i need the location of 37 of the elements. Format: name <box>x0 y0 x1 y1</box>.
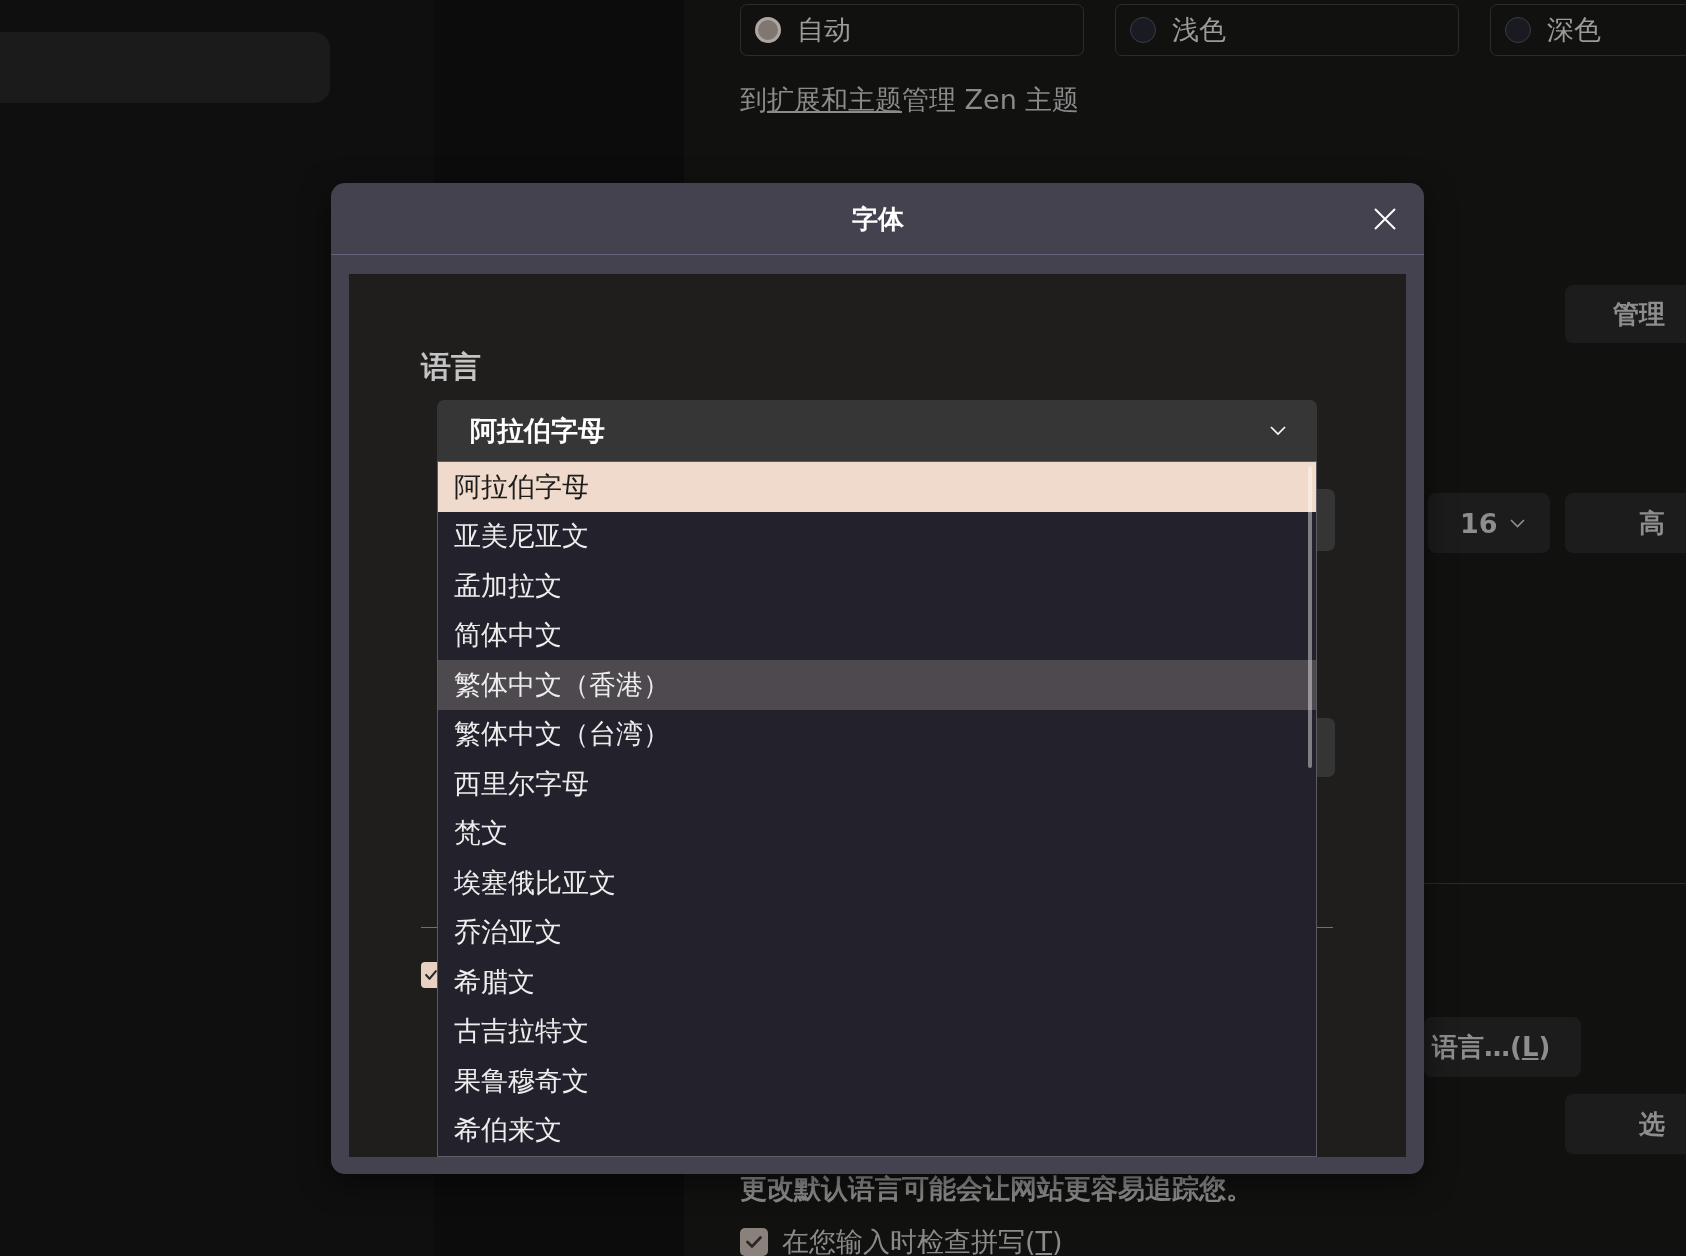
dropdown-option[interactable]: 果鲁穆奇文 <box>438 1056 1316 1106</box>
choose-button[interactable]: 选 <box>1565 1094 1686 1154</box>
dropdown-option[interactable]: 西里尔字母 <box>438 759 1316 809</box>
dropdown-option[interactable]: 孟加拉文 <box>438 561 1316 611</box>
dropdown-option[interactable]: 乔治亚文 <box>438 907 1316 957</box>
select-field[interactable] <box>1317 489 1335 551</box>
dropdown-option[interactable]: 梵文 <box>438 808 1316 858</box>
privacy-warning: 更改默认语言可能会让网站更容易追踪您。 <box>740 1173 1253 1205</box>
dropdown-option[interactable]: 亚美尼亚文 <box>438 511 1316 561</box>
dropdown-option[interactable]: 繁体中文（台湾） <box>438 709 1316 759</box>
theme-note: 到扩展和主题管理 Zen 主题 <box>740 84 1080 116</box>
dropdown-option[interactable]: 阿拉伯字母 <box>438 462 1316 512</box>
theme-option[interactable]: 浅色 <box>1115 4 1459 56</box>
theme-option[interactable]: 自动 <box>740 4 1084 56</box>
font-size-select[interactable]: 16 <box>1428 493 1550 553</box>
manage-button[interactable]: 管理 <box>1565 285 1686 343</box>
scrollbar-thumb[interactable] <box>1308 466 1312 768</box>
extensions-link[interactable]: 扩展和主题 <box>767 84 902 115</box>
caret-icon <box>1509 518 1525 528</box>
checkmark-icon <box>746 1236 762 1248</box>
dropdown-option[interactable]: 希伯来文 <box>438 1105 1316 1155</box>
advanced-button[interactable]: 高 <box>1565 493 1686 553</box>
language-button[interactable]: 语言…(L) <box>1424 1017 1581 1077</box>
close-icon <box>1374 207 1396 230</box>
section-heading: 语言 <box>421 350 481 384</box>
chevron-down-icon <box>1270 425 1286 436</box>
checkbox[interactable] <box>740 1228 768 1256</box>
dropdown-option[interactable]: 古吉拉特文 <box>438 1006 1316 1056</box>
select-field[interactable] <box>1317 718 1335 777</box>
dialog-title: 字体 <box>851 202 904 235</box>
spellcheck-label[interactable]: 在您输入时检查拼写(T) <box>782 1226 1063 1256</box>
language-select[interactable]: 阿拉伯字母 <box>437 400 1317 461</box>
theme-option[interactable]: 深色 <box>1490 4 1686 56</box>
dropdown-option[interactable]: 希腊文 <box>438 957 1316 1007</box>
dropdown-option[interactable]: 繁体中文（香港） <box>438 660 1316 710</box>
dropdown-option[interactable]: 埃塞俄比亚文 <box>438 858 1316 908</box>
dropdown-option[interactable]: 简体中文 <box>438 610 1316 660</box>
